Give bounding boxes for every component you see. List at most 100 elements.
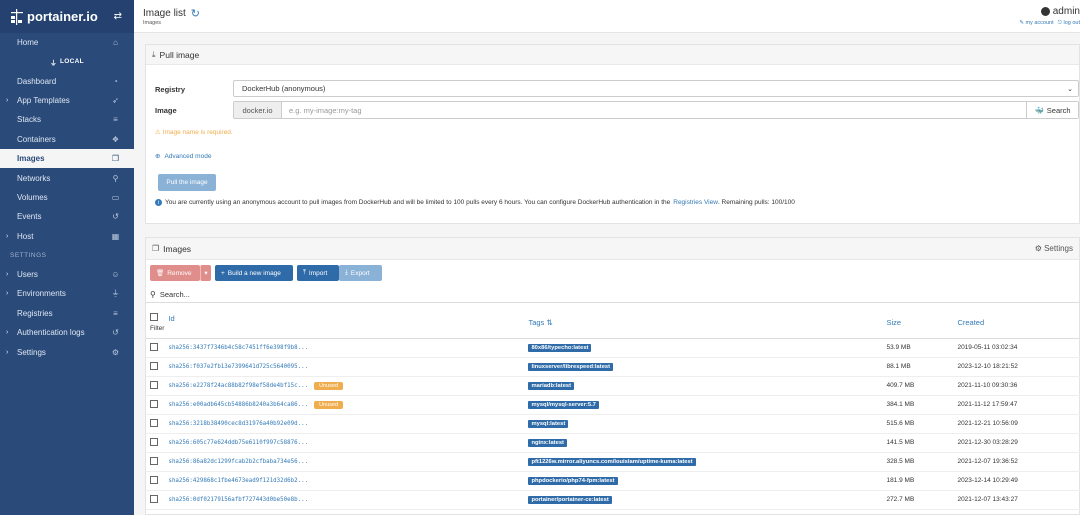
pull-image-button[interactable]: Pull the image <box>158 174 216 191</box>
sidebar: portainer.io ⇄ Home ⌂ ⏚ LOCAL Dashboard … <box>0 0 134 515</box>
refresh-icon[interactable]: ↻ <box>191 7 200 20</box>
registry-select[interactable]: DockerHub (anonymous) ⌄ <box>233 80 1079 97</box>
users-icon: ☺ <box>111 270 120 280</box>
export-button[interactable]: ⤓ Export <box>339 265 382 281</box>
search-icon: ⚲ <box>150 289 156 299</box>
sidebar-item-events[interactable]: Events ↺ <box>0 207 134 226</box>
row-checkbox[interactable] <box>150 380 158 389</box>
username: admin <box>1052 6 1080 17</box>
row-checkbox[interactable] <box>150 418 158 427</box>
sidebar-item-users[interactable]: › Users ☺ <box>0 265 134 284</box>
tags-cell: linuxserver/librespeed:latest <box>528 357 887 377</box>
sidebar-item-settings[interactable]: › Settings ⚙ <box>0 342 134 361</box>
table-settings-button[interactable]: ⚙ Settings <box>1035 244 1073 253</box>
image-id-link[interactable]: sha256:e2278f24ac88b82f98ef58de4bf15c... <box>168 383 308 389</box>
image-id-link[interactable]: sha256:e00adb645cb54886b8240a3b64ca86... <box>168 402 308 408</box>
plug-icon: ⏚ <box>50 59 57 67</box>
sidebar-item-registries[interactable]: Registries ≡ <box>0 304 134 323</box>
filter-toggle[interactable]: Filter <box>150 325 164 332</box>
unused-badge: Unused <box>314 382 344 390</box>
sort-icon: ⇅ <box>546 318 553 328</box>
tags-cell: nginx:latest <box>528 433 887 453</box>
row-checkbox[interactable] <box>150 437 158 446</box>
created-cell: 2023-12-10 18:21:52 <box>957 357 1080 377</box>
row-checkbox[interactable] <box>150 342 158 351</box>
row-checkbox[interactable] <box>150 475 158 484</box>
image-name-input[interactable] <box>282 102 1026 118</box>
database-icon: ≡ <box>113 308 118 318</box>
image-tag-badge: 80x86/typecho:latest <box>528 344 592 352</box>
image-tag-badge: mysql/mysql-server:5.7 <box>528 401 599 409</box>
sidebar-item-networks[interactable]: Networks ⚲ <box>0 168 134 187</box>
image-tag-badge: linuxserver/librespeed:latest <box>528 363 614 371</box>
table-row[interactable]: sha256:e00adb645cb54886b8240a3b64ca86...… <box>146 395 1080 415</box>
size-cell: 515.6 MB <box>886 414 958 434</box>
id-cell: sha256:605c77e624ddb75e6110f997c58876... <box>164 433 529 453</box>
sidebar-toggle-icon[interactable]: ⇄ <box>114 11 122 22</box>
image-id-link[interactable]: sha256:3218b38490cec8d31976a40b92e09d... <box>168 421 308 427</box>
size-cell: 272.7 MB <box>886 490 958 510</box>
cubes-icon: ❖ <box>111 134 120 144</box>
remove-button[interactable]: 🗑 Remove <box>150 265 200 281</box>
image-tag-badge: portainer/portainer-ce:latest <box>528 496 612 504</box>
row-checkbox[interactable] <box>150 456 158 465</box>
row-checkbox[interactable] <box>150 494 158 503</box>
plus-icon: + <box>221 269 225 277</box>
sidebar-item-containers[interactable]: Containers ❖ <box>0 130 134 149</box>
image-id-link[interactable]: sha256:605c77e624ddb75e6110f997c58876... <box>168 440 308 446</box>
build-image-button[interactable]: + Build a new image <box>215 265 293 281</box>
select-all-checkbox[interactable] <box>150 313 158 322</box>
column-size[interactable]: Size <box>886 308 958 339</box>
images-search-input[interactable] <box>159 289 257 299</box>
row-checkbox[interactable] <box>150 361 158 370</box>
table-row[interactable]: sha256:605c77e624ddb75e6110f997c58876...… <box>146 433 1080 453</box>
image-tag-badge: nginx:latest <box>528 439 567 447</box>
portainer-logo[interactable]: portainer.io <box>10 8 98 25</box>
image-id-link[interactable]: sha256:3437f7346b4c58c7451ff6e398f9b8... <box>168 345 308 351</box>
table-row[interactable]: sha256:86a82dc1299fcab2b2cfbaba734e56...… <box>146 452 1080 472</box>
table-row[interactable]: sha256:e2278f24ac88b82f98ef58de4bf15c...… <box>146 376 1080 396</box>
my-account-link[interactable]: ✎ my account <box>1019 20 1053 27</box>
id-cell: sha256:f037e2fb13e7399641d725c5640095... <box>164 357 529 377</box>
image-id-link[interactable]: sha256:86a82dc1299fcab2b2cfbaba734e56... <box>168 459 308 465</box>
search-dockerhub-button[interactable]: 🐳 Search <box>1026 102 1078 118</box>
advanced-mode-link[interactable]: ⊕ Advanced mode <box>155 152 211 161</box>
image-id-link[interactable]: sha256:f037e2fb13e7399641d725c5640095... <box>168 364 308 370</box>
column-created[interactable]: Created <box>957 308 1080 339</box>
row-select-cell <box>146 490 165 510</box>
pull-image-header: ⤓ Pull image <box>146 45 1079 65</box>
column-tags[interactable]: Tags ⇅ <box>528 308 887 339</box>
sidebar-item-dashboard[interactable]: Dashboard ◔ <box>0 71 134 90</box>
chevron-right-icon: › <box>6 232 9 240</box>
sidebar-item-stacks[interactable]: Stacks ≡ <box>0 110 134 129</box>
registries-view-link[interactable]: Registries View <box>673 199 718 206</box>
import-button[interactable]: ⤒ Import <box>297 265 339 281</box>
table-row[interactable]: sha256:3437f7346b4c58c7451ff6e398f9b8...… <box>146 338 1080 358</box>
filter-icon[interactable] <box>168 325 528 332</box>
remove-options-dropdown[interactable]: ▾ <box>200 265 211 281</box>
image-id-link[interactable]: sha256:0df02179156afbf727443d0be50e8b... <box>168 497 308 503</box>
table-row[interactable]: sha256:429868c1fbe4673ead9f121d32d6b2...… <box>146 471 1080 491</box>
app-name: portainer.io <box>27 9 98 24</box>
row-checkbox[interactable] <box>150 399 158 408</box>
sidebar-item-authentication-logs[interactable]: › Authentication logs ↺ <box>0 323 134 342</box>
log-out-link[interactable]: ⎋ log out <box>1058 20 1080 27</box>
image-tag-badge: mariadb:latest <box>528 382 575 390</box>
column-id[interactable]: Id <box>164 308 529 339</box>
chevron-right-icon: › <box>6 329 9 337</box>
id-cell: sha256:e2278f24ac88b82f98ef58de4bf15c...… <box>164 376 529 396</box>
sidebar-item-images[interactable]: Images ❐ <box>0 148 134 169</box>
sidebar-item-home[interactable]: Home ⌂ <box>0 33 134 52</box>
image-id-link[interactable]: sha256:429868c1fbe4673ead9f121d32d6b2... <box>168 478 308 484</box>
tags-cell: mysql:latest <box>528 414 887 434</box>
table-row[interactable]: sha256:f037e2fb13e7399641d725c5640095...… <box>146 357 1080 377</box>
sidebar-item-host[interactable]: › Host ▦ <box>0 227 134 246</box>
table-row[interactable]: sha256:0df02179156afbf727443d0be50e8b...… <box>146 490 1080 510</box>
sidebar-item-environments[interactable]: › Environments ⏚ <box>0 284 134 303</box>
sidebar-item-volumes[interactable]: Volumes ▭ <box>0 188 134 207</box>
size-cell: 409.7 MB <box>886 376 958 396</box>
table-row[interactable]: sha256:3218b38490cec8d31976a40b92e09d...… <box>146 414 1080 434</box>
row-select-cell <box>146 357 165 377</box>
sidebar-item-app-templates[interactable]: › App Templates ➶ <box>0 91 134 110</box>
gear-icon: ⚙ <box>1034 244 1042 253</box>
